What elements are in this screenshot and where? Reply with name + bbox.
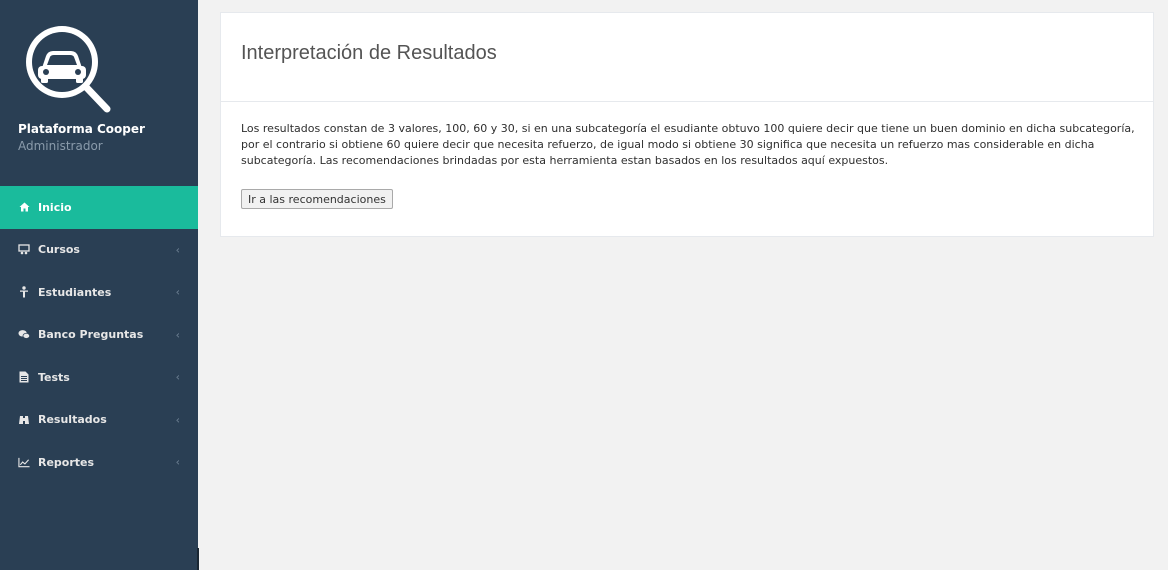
sidebar-item-label: Banco Preguntas — [38, 328, 144, 342]
sidebar-item-label: Estudiantes — [38, 285, 112, 299]
sidebar-item-tests[interactable]: Tests ‹ — [0, 356, 198, 399]
sidebar-item-reportes[interactable]: Reportes ‹ — [0, 441, 198, 484]
sidebar-edge — [197, 548, 199, 570]
sidebar-item-resultados[interactable]: Resultados ‹ — [0, 399, 198, 442]
go-to-recommendations-button[interactable]: Ir a las recomendaciones — [241, 189, 393, 209]
sidebar-item-label: Cursos — [38, 243, 80, 257]
panel-description: Los resultados constan de 3 valores, 100… — [241, 122, 1135, 167]
user-role: Administrador — [18, 139, 103, 153]
results-panel: Interpretación de Resultados Los resulta… — [220, 12, 1154, 237]
chevron-left-icon: ‹ — [175, 370, 180, 384]
brand-area: Plataforma Cooper Administrador — [0, 0, 198, 185]
sidebar-item-label: Resultados — [38, 413, 107, 427]
sidebar-item-banco-preguntas[interactable]: Banco Preguntas ‹ — [0, 314, 198, 357]
home-icon — [18, 201, 30, 213]
brand-name: Plataforma Cooper — [18, 122, 145, 136]
chevron-left-icon: ‹ — [175, 455, 180, 469]
sidebar-menu: Inicio Cursos ‹ Estudiantes ‹ Banco Preg… — [0, 186, 198, 484]
line-chart-icon — [18, 456, 30, 468]
panel-title: Interpretación de Resultados — [241, 42, 497, 64]
file-icon — [18, 371, 30, 383]
student-icon — [18, 286, 30, 298]
sidebar-item-inicio[interactable]: Inicio — [0, 186, 198, 229]
binoculars-icon — [18, 414, 30, 426]
panel-divider — [221, 101, 1153, 102]
comments-icon — [18, 329, 30, 341]
sidebar-item-label: Reportes — [38, 455, 95, 469]
courses-icon — [18, 244, 30, 256]
sidebar: Plataforma Cooper Administrador Inicio C… — [0, 0, 199, 570]
chevron-left-icon: ‹ — [175, 413, 180, 427]
sidebar-item-label: Tests — [38, 370, 70, 384]
sidebar-item-label: Inicio — [38, 200, 72, 214]
chevron-left-icon: ‹ — [175, 285, 180, 299]
sidebar-item-cursos[interactable]: Cursos ‹ — [0, 229, 198, 272]
car-search-logo-icon[interactable] — [22, 22, 112, 114]
chevron-left-icon: ‹ — [175, 243, 180, 257]
sidebar-item-estudiantes[interactable]: Estudiantes ‹ — [0, 271, 198, 314]
chevron-left-icon: ‹ — [175, 328, 180, 342]
